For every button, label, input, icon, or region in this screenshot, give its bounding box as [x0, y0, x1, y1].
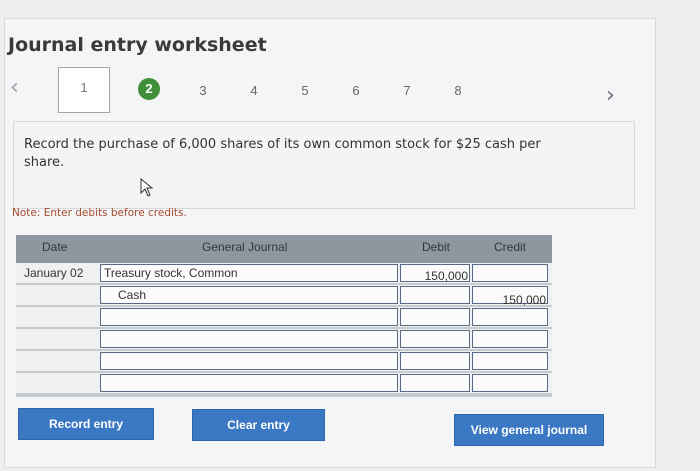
- mouse-cursor-icon: [140, 178, 154, 197]
- row-debit: 150,000: [424, 269, 468, 283]
- credit-field[interactable]: [472, 352, 548, 370]
- page-title: Journal entry worksheet: [8, 34, 267, 56]
- view-general-journal-button[interactable]: View general journal: [454, 414, 604, 446]
- header-credit: Credit: [494, 240, 527, 254]
- account-field[interactable]: [100, 352, 398, 370]
- debit-field[interactable]: [400, 330, 470, 348]
- header-general-journal: General Journal: [202, 240, 288, 254]
- credit-field[interactable]: [472, 330, 548, 348]
- step-tab-3[interactable]: 3: [192, 80, 214, 102]
- clear-entry-button[interactable]: Clear entry: [192, 409, 325, 441]
- debit-field[interactable]: [400, 352, 470, 370]
- record-entry-button[interactable]: Record entry: [18, 408, 154, 440]
- credit-field[interactable]: [472, 264, 548, 282]
- step-tab-6[interactable]: 6: [345, 80, 367, 102]
- question-text: Record the purchase of 6,000 shares of i…: [24, 137, 541, 170]
- step-tab-5[interactable]: 5: [294, 80, 316, 102]
- step-tab-8[interactable]: 8: [447, 80, 469, 102]
- step-tab-2[interactable]: 2: [138, 78, 160, 100]
- credit-field[interactable]: [472, 308, 548, 326]
- account-field[interactable]: [100, 330, 398, 348]
- chevron-right-icon[interactable]: ›: [606, 84, 622, 108]
- debit-field[interactable]: [400, 286, 470, 304]
- row-date: January 02: [24, 266, 84, 280]
- account-field[interactable]: [100, 308, 398, 326]
- step-tab-7[interactable]: 7: [396, 80, 418, 102]
- step-tab-4[interactable]: 4: [243, 80, 265, 102]
- row-account: Cash: [118, 288, 147, 302]
- instruction-note: Note: Enter debits before credits.: [12, 207, 187, 219]
- debit-field[interactable]: [400, 308, 470, 326]
- row-account: Treasury stock, Common: [104, 266, 238, 280]
- chevron-left-icon[interactable]: ‹: [10, 76, 26, 100]
- debit-field[interactable]: [400, 374, 470, 392]
- row-credit: 150,000: [502, 293, 546, 307]
- header-date: Date: [42, 240, 68, 254]
- account-field[interactable]: [100, 374, 398, 392]
- credit-field[interactable]: [472, 374, 548, 392]
- header-debit: Debit: [422, 240, 451, 254]
- step-tab-1[interactable]: 1: [58, 67, 110, 113]
